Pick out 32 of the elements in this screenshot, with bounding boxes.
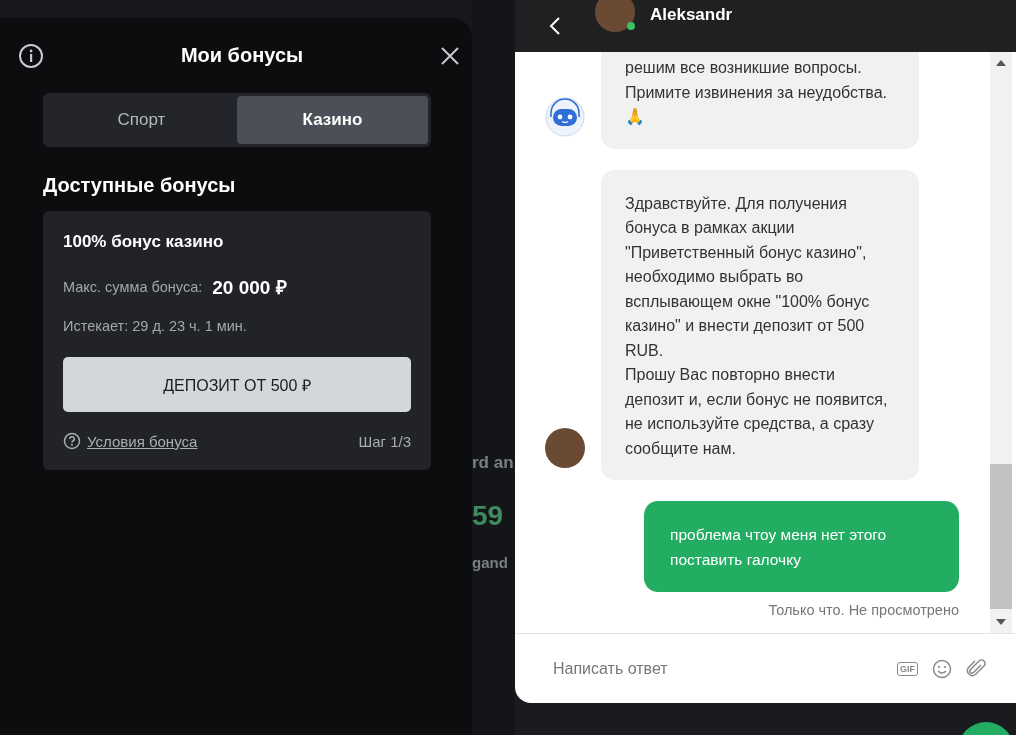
bonus-terms-link[interactable]: Условия бонуса [87, 432, 198, 450]
avatar [545, 428, 585, 468]
message-bubble: Здравствуйте. Для получения бонуса в рамках акции "Приветственный бонус казино", необходимо выбрать во всплывающем окне "100% бонус казино" и внести депозит от 500 RUB. Прошу Вас повторно внести депозит и, если бонус не появится, не используйте средства, а сразу сообщите нам. [601, 169, 919, 480]
message-status: Только что. Не просмотрено [768, 602, 959, 618]
step-counter: Шаг 1/3 [358, 432, 411, 450]
panel-title: Мои бонусы [180, 44, 304, 67]
back-icon[interactable] [549, 16, 561, 36]
reply-field[interactable]: Написать ответ [551, 658, 883, 679]
expiry-text: Истекает: 29 д. 23 ч. 1 мин. [63, 318, 248, 334]
scroll-down-arrow-icon[interactable] [996, 619, 1006, 625]
scroll-up-arrow-icon[interactable] [996, 60, 1006, 66]
section-title: Доступные бонусы [43, 174, 237, 197]
tab[interactable]: Казино [237, 96, 428, 144]
bonus-title: 100% бонус казино [63, 232, 225, 252]
agent-name: Aleksandr [650, 5, 733, 25]
gif-button[interactable]: GIF [897, 661, 918, 676]
max-amount-label: Макс. сумма бонуса: [63, 279, 203, 295]
scrollbar[interactable] [990, 52, 1012, 633]
emoji-icon[interactable] [932, 658, 952, 679]
message-bubble: решим все возникшие вопросы. Примите извинения за неудобства. 🙏 [601, 52, 919, 149]
tab[interactable]: Спорт [46, 96, 237, 144]
background-text: rd an [472, 453, 515, 473]
paperclip-icon[interactable] [966, 658, 986, 679]
close-icon[interactable] [440, 45, 460, 66]
info-icon[interactable] [18, 42, 44, 69]
deposit-button[interactable]: ДЕПОЗИТ ОТ 500 ₽ [63, 357, 411, 412]
background-text: gand [472, 554, 509, 571]
background-text: 59 [472, 500, 505, 532]
message-bubble: проблема чтоу меня нет этого поставить галочку [644, 501, 959, 592]
robot-icon [545, 96, 585, 137]
help-icon [63, 432, 81, 450]
max-amount-value: 20 000 ₽ [212, 276, 287, 300]
